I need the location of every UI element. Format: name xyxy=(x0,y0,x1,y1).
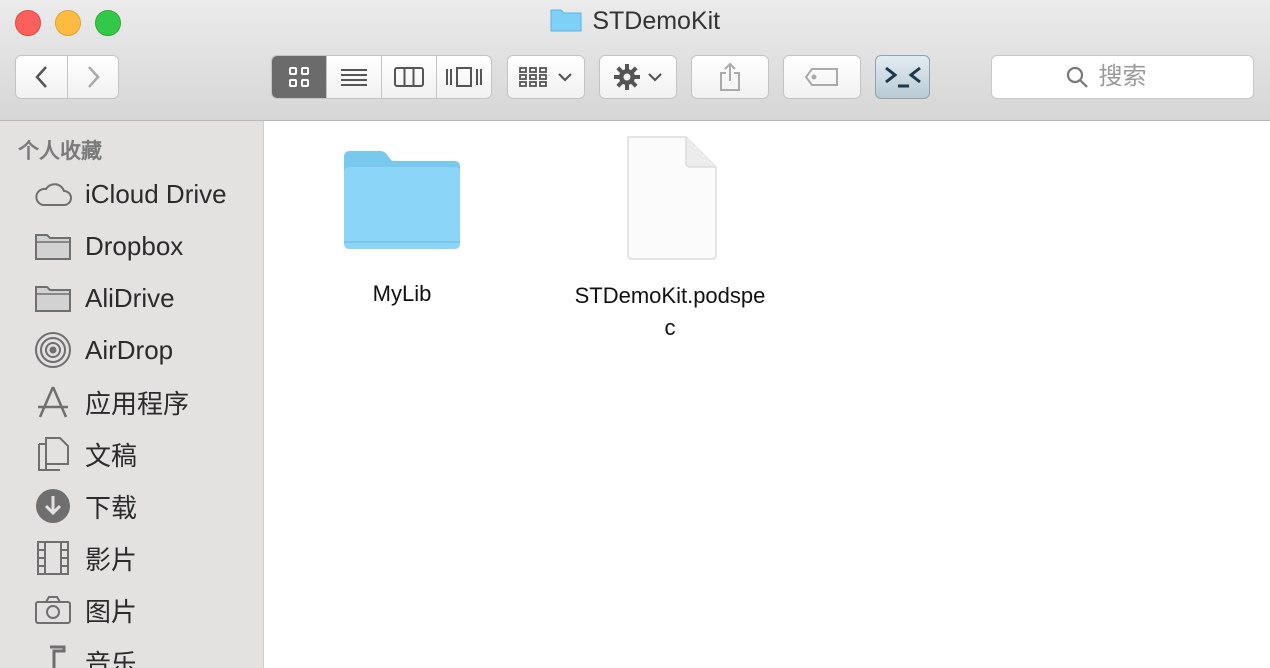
folder-icon xyxy=(34,227,72,265)
sidebar-item-label: 下载 xyxy=(85,492,138,523)
sidebar-item-label: 影片 xyxy=(85,544,138,575)
file-name-line1: STDemoKit.podspe xyxy=(574,283,766,308)
columns-icon xyxy=(394,67,424,87)
cover-flow-icon xyxy=(446,67,482,87)
sidebar-item-label: iCloud Drive xyxy=(85,178,227,209)
title-folder-icon xyxy=(550,6,582,37)
file-item-mylib[interactable]: MyLib xyxy=(332,149,472,310)
chevron-left-icon xyxy=(34,66,47,88)
forward-button[interactable] xyxy=(67,55,119,99)
arrange-button[interactable] xyxy=(507,55,585,99)
folder-icon xyxy=(34,279,72,317)
window-title-area: STDemoKit xyxy=(0,6,1270,37)
window-toolbar: STDemoKit xyxy=(0,0,1270,121)
search-field[interactable] xyxy=(991,55,1254,99)
sidebar-heading-favorites: 个人收藏 xyxy=(18,140,102,163)
sidebar-item-label: 音乐 xyxy=(85,648,138,668)
folder-icon xyxy=(344,151,460,249)
list-view-button[interactable] xyxy=(326,56,381,98)
sidebar: 个人收藏 iCloud Drive Dropbox AliDrive AirDr… xyxy=(0,121,264,668)
cover-flow-button[interactable] xyxy=(436,56,491,98)
search-input[interactable] xyxy=(1096,62,1181,92)
icon-view-button[interactable] xyxy=(272,56,326,98)
download-icon xyxy=(34,487,72,525)
chevron-right-icon xyxy=(88,66,100,88)
open-terminal-button[interactable] xyxy=(875,55,930,99)
chevron-down-icon xyxy=(558,73,572,82)
search-icon xyxy=(1066,66,1088,88)
airdrop-icon xyxy=(34,331,72,369)
chevron-down-icon xyxy=(648,73,662,82)
file-name: MyLib xyxy=(372,281,432,306)
sidebar-item-airdrop[interactable]: AirDrop xyxy=(34,330,173,370)
sidebar-item-movies[interactable]: 影片 xyxy=(34,538,137,578)
sidebar-item-label: 图片 xyxy=(85,596,138,627)
action-button[interactable] xyxy=(599,55,677,99)
sidebar-item-icloud-drive[interactable]: iCloud Drive xyxy=(34,174,227,214)
column-view-button[interactable] xyxy=(381,56,436,98)
camera-icon xyxy=(34,591,72,629)
applications-icon xyxy=(34,383,72,421)
view-mode-control xyxy=(271,55,492,99)
file-browser-area: MyLib STDemoKit.podspe c xyxy=(264,121,1270,668)
back-button[interactable] xyxy=(15,55,68,99)
cloud-icon xyxy=(34,175,72,213)
sidebar-item-label: 应用程序 xyxy=(85,388,190,419)
music-icon xyxy=(34,643,72,668)
grid-icon xyxy=(289,67,309,87)
terminal-icon xyxy=(884,66,921,88)
share-button[interactable] xyxy=(691,55,769,99)
documents-icon xyxy=(34,435,72,473)
movies-icon xyxy=(34,539,72,577)
share-icon xyxy=(720,62,740,91)
window-title: STDemoKit xyxy=(592,7,721,35)
tags-button[interactable] xyxy=(783,55,861,99)
sidebar-item-music[interactable]: 音乐 xyxy=(34,642,137,668)
sidebar-item-documents[interactable]: 文稿 xyxy=(34,434,137,474)
sidebar-item-label: 文稿 xyxy=(85,440,138,471)
sidebar-item-label: AliDrive xyxy=(85,282,175,313)
arrange-icon xyxy=(519,67,547,87)
sidebar-item-dropbox[interactable]: Dropbox xyxy=(34,226,183,266)
gear-icon xyxy=(614,64,640,90)
sidebar-item-pictures[interactable]: 图片 xyxy=(34,590,137,630)
sidebar-item-downloads[interactable]: 下载 xyxy=(34,486,137,526)
document-icon xyxy=(627,136,717,260)
sidebar-item-alidrive[interactable]: AliDrive xyxy=(34,278,175,318)
file-item-podspec[interactable]: STDemoKit.podspe c xyxy=(550,135,790,344)
sidebar-item-applications[interactable]: 应用程序 xyxy=(34,382,189,422)
list-icon xyxy=(341,69,367,86)
file-name-line2: c xyxy=(664,315,676,340)
sidebar-item-label: Dropbox xyxy=(85,230,184,261)
sidebar-item-label: AirDrop xyxy=(85,334,174,365)
tag-icon xyxy=(804,68,838,86)
